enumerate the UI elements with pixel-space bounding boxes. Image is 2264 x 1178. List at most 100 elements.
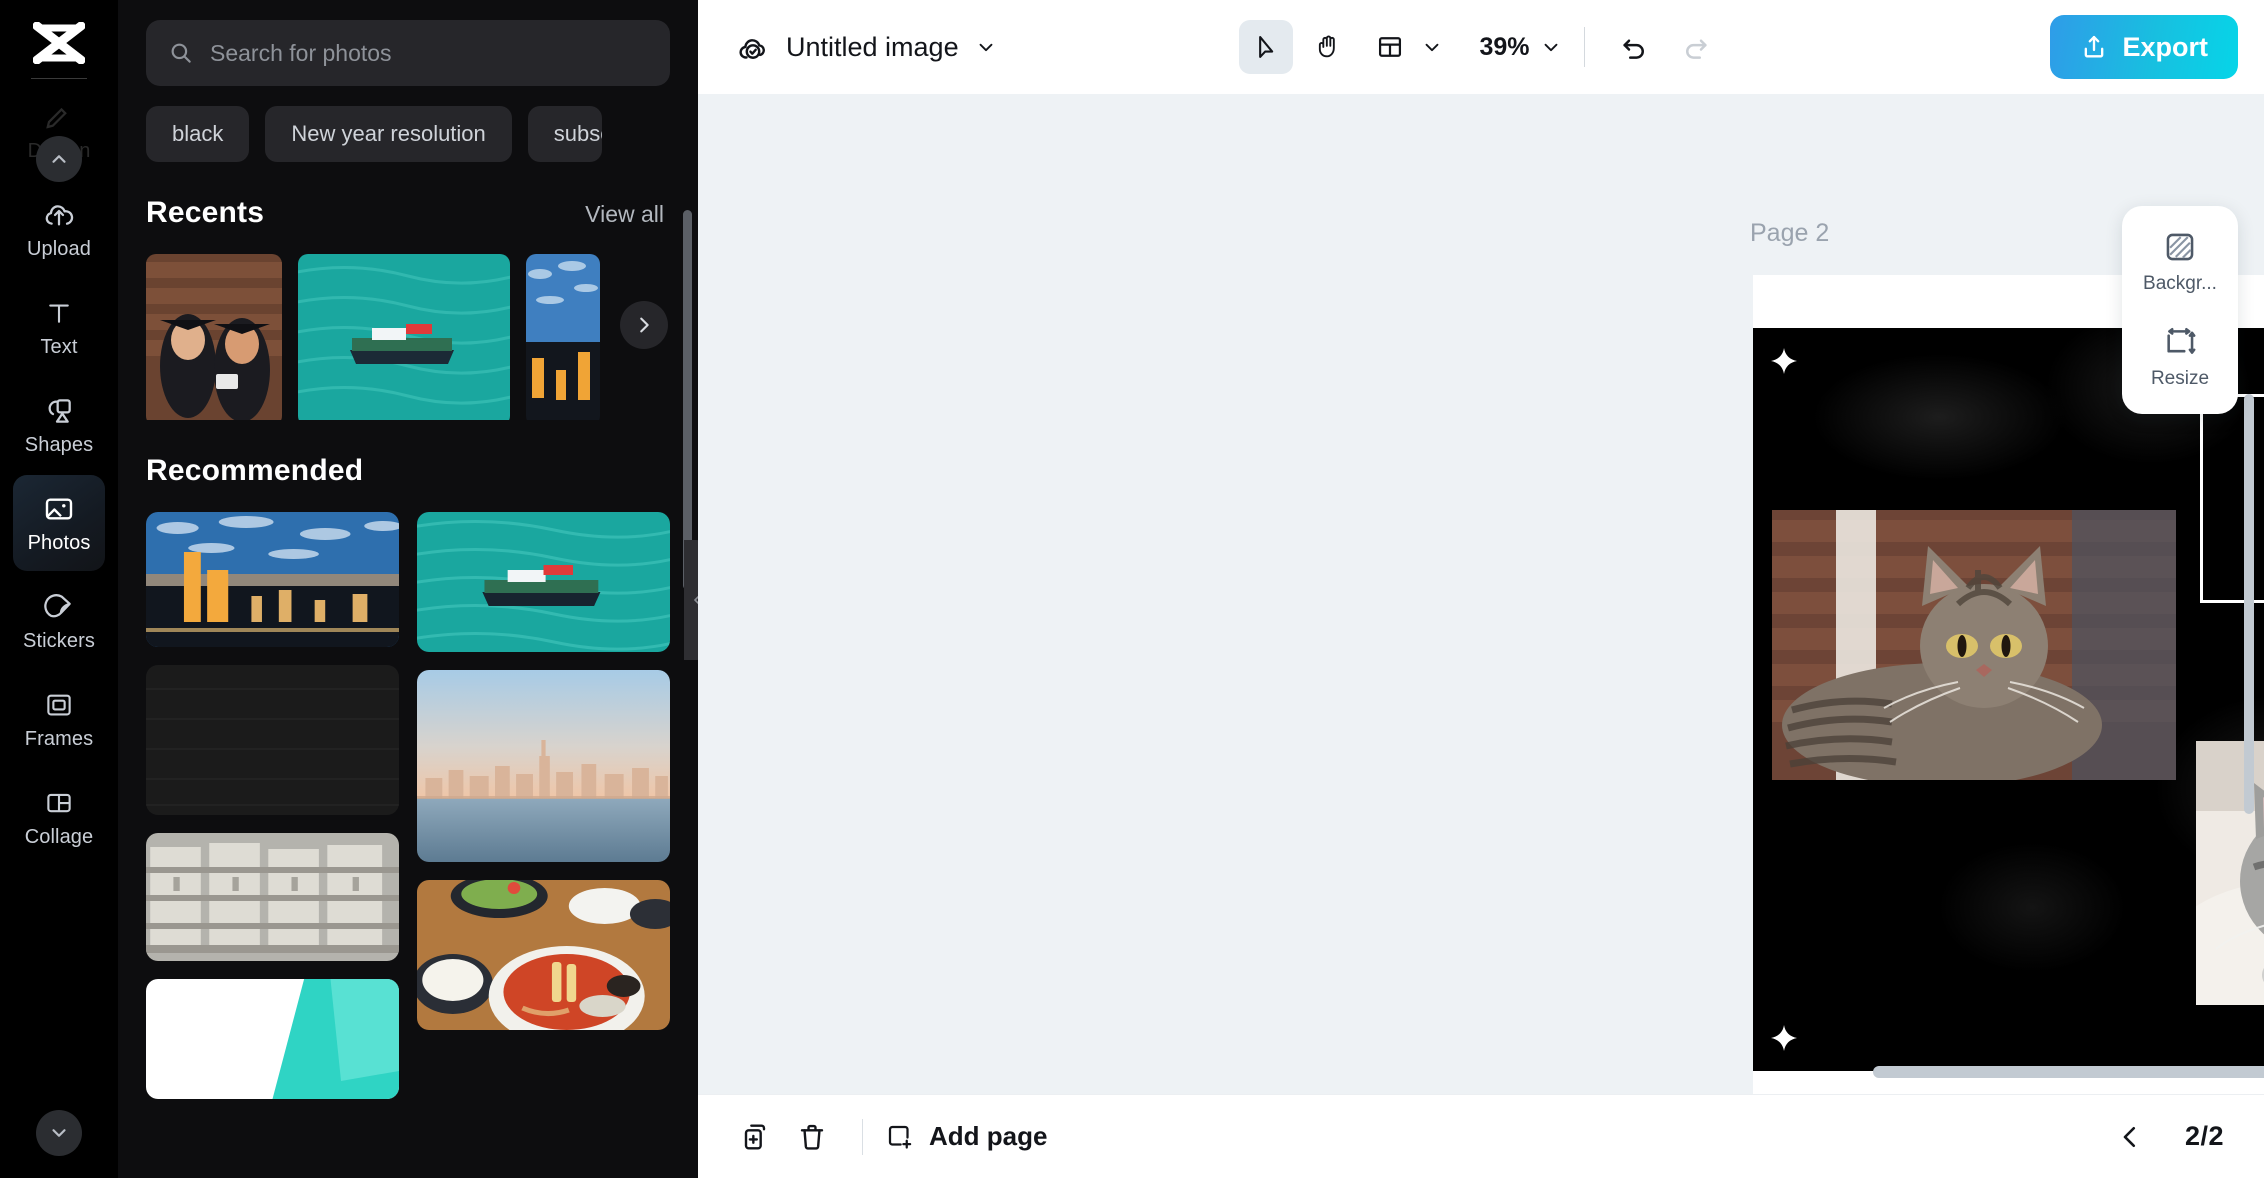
- background-tool-label: Backgr...: [2143, 273, 2217, 295]
- recents-view-all-link[interactable]: View all: [585, 201, 664, 228]
- add-page-icon: [885, 1122, 915, 1152]
- document-title-group[interactable]: Untitled image: [736, 30, 997, 64]
- previous-page-button[interactable]: [2115, 1122, 2145, 1152]
- sidebar-item-label-upload: Upload: [27, 238, 91, 260]
- recents-carousel: [118, 230, 698, 420]
- zoom-chevron-down-icon[interactable]: [1540, 36, 1562, 58]
- resize-tool-label: Resize: [2151, 368, 2209, 390]
- artboard[interactable]: Cute: [1753, 328, 2264, 1071]
- recommended-thumb-chalkboard[interactable]: [146, 665, 399, 815]
- page-label: Page 2: [1750, 219, 1829, 248]
- collage-icon: [42, 786, 76, 820]
- upload-cloud-icon: [42, 198, 76, 232]
- recommended-thumb-skyline-night[interactable]: [146, 512, 399, 647]
- sidebar-item-label-text: Text: [40, 336, 77, 358]
- bottom-toolbar-divider: [862, 1119, 863, 1155]
- export-label: Export: [2122, 32, 2208, 63]
- sidebar-item-label-shapes: Shapes: [25, 434, 93, 456]
- tag-chip-black[interactable]: black: [146, 106, 249, 162]
- panel-scrollbar[interactable]: [683, 210, 692, 590]
- recent-thumb-boat[interactable]: [298, 254, 510, 420]
- left-rail: Design Upload Text: [0, 0, 118, 1178]
- canvas-area[interactable]: Page 2: [698, 94, 2264, 1094]
- sparkle-star-icon: [1771, 1025, 1797, 1051]
- resize-tool-button[interactable]: Resize: [2122, 319, 2238, 396]
- search-input[interactable]: Search for photos: [146, 20, 670, 86]
- rail-divider: [31, 78, 87, 79]
- sidebar-item-upload[interactable]: Upload: [13, 181, 105, 277]
- delete-page-button[interactable]: [784, 1109, 840, 1165]
- tag-chip-subscribe[interactable]: subscribe: [528, 106, 602, 162]
- recommended-grid: [118, 512, 698, 1099]
- capcut-logo[interactable]: [31, 20, 87, 66]
- layout-tool-button[interactable]: [1363, 20, 1417, 74]
- text-icon: [42, 296, 76, 330]
- hand-tool-button[interactable]: [1301, 20, 1355, 74]
- zoom-control-group[interactable]: 39%: [1473, 33, 1561, 62]
- background-icon: [2163, 230, 2197, 264]
- recommended-header: Recommended: [118, 420, 698, 488]
- rail-expand-down-button[interactable]: [36, 1110, 82, 1156]
- recommended-thumb-boat-ocean[interactable]: [417, 512, 670, 652]
- editor-area: Untitled image: [698, 0, 2264, 1178]
- background-tool-button[interactable]: Backgr...: [2122, 224, 2238, 301]
- cloud-saved-icon: [736, 30, 770, 64]
- design-icon: [42, 100, 76, 134]
- redo-button[interactable]: [1669, 20, 1723, 74]
- toolbar-divider: [1584, 27, 1585, 67]
- export-upload-icon: [2080, 33, 2108, 61]
- search-wrap: Search for photos: [118, 0, 698, 86]
- rail-items: Design Upload Text: [0, 83, 118, 867]
- sidebar-item-collage[interactable]: Collage: [13, 769, 105, 865]
- document-title[interactable]: Untitled image: [786, 32, 959, 63]
- shapes-icon: [42, 394, 76, 428]
- bottom-toolbar: Add page 2/2: [698, 1094, 2264, 1178]
- photos-panel: Search for photos black New year resolut…: [118, 0, 698, 1178]
- add-page-button[interactable]: Add page: [885, 1121, 1047, 1152]
- artboard-photo-tabby-cat[interactable]: [1772, 510, 2176, 780]
- frames-icon: [42, 688, 76, 722]
- suggested-tags: black New year resolution subscribe: [118, 86, 698, 162]
- recents-next-button[interactable]: [620, 301, 668, 349]
- sidebar-item-text[interactable]: Text: [13, 279, 105, 375]
- photos-icon: [42, 492, 76, 526]
- page-counter: 2/2: [2185, 1121, 2224, 1152]
- cute-text-frame[interactable]: Cute: [2200, 394, 2264, 603]
- recommended-thumb-nyc-skyline[interactable]: [417, 670, 670, 862]
- duplicate-page-button[interactable]: [728, 1109, 784, 1165]
- undo-button[interactable]: [1607, 20, 1661, 74]
- search-icon: [168, 40, 194, 66]
- sidebar-item-label-frames: Frames: [25, 728, 93, 750]
- canvas-vertical-scrollbar[interactable]: [2244, 394, 2254, 814]
- sidebar-item-label-photos: Photos: [28, 532, 91, 554]
- title-chevron-down-icon[interactable]: [975, 36, 997, 58]
- recommended-thumb-temple[interactable]: [146, 833, 399, 961]
- export-button[interactable]: Export: [2050, 15, 2238, 79]
- tag-chip-new-year-resolution[interactable]: New year resolution: [265, 106, 511, 162]
- layout-chevron-down-icon[interactable]: [1421, 36, 1443, 58]
- recent-thumb-city[interactable]: [526, 254, 600, 420]
- sidebar-item-stickers[interactable]: Stickers: [13, 573, 105, 669]
- add-page-label: Add page: [929, 1121, 1047, 1152]
- sidebar-item-label-stickers: Stickers: [23, 630, 95, 652]
- sidebar-item-frames[interactable]: Frames: [13, 671, 105, 767]
- recents-header: Recents View all: [118, 162, 698, 230]
- layout-tool-group[interactable]: [1363, 20, 1443, 74]
- sidebar-item-label-collage: Collage: [25, 826, 94, 848]
- zoom-level-value: 39%: [1473, 33, 1535, 62]
- canvas-horizontal-scrollbar[interactable]: [1873, 1066, 2264, 1078]
- page-navigation: 2/2: [2115, 1121, 2234, 1152]
- recent-thumb-graduates[interactable]: [146, 254, 282, 420]
- select-tool-button[interactable]: [1239, 20, 1293, 74]
- recommended-thumb-white-teal[interactable]: [146, 979, 399, 1099]
- search-placeholder: Search for photos: [210, 40, 392, 67]
- recommended-thumb-ramen[interactable]: [417, 880, 670, 1030]
- panel-collapse-handle[interactable]: [684, 540, 698, 660]
- sidebar-item-shapes[interactable]: Shapes: [13, 377, 105, 473]
- rail-collapse-up-button[interactable]: [36, 136, 82, 182]
- sparkle-star-icon: [1771, 348, 1797, 374]
- sidebar-item-photos[interactable]: Photos: [13, 475, 105, 571]
- app-root: Design Upload Text: [0, 0, 2264, 1178]
- canvas-side-tools: Backgr... Resize: [2122, 206, 2238, 414]
- resize-icon: [2163, 325, 2197, 359]
